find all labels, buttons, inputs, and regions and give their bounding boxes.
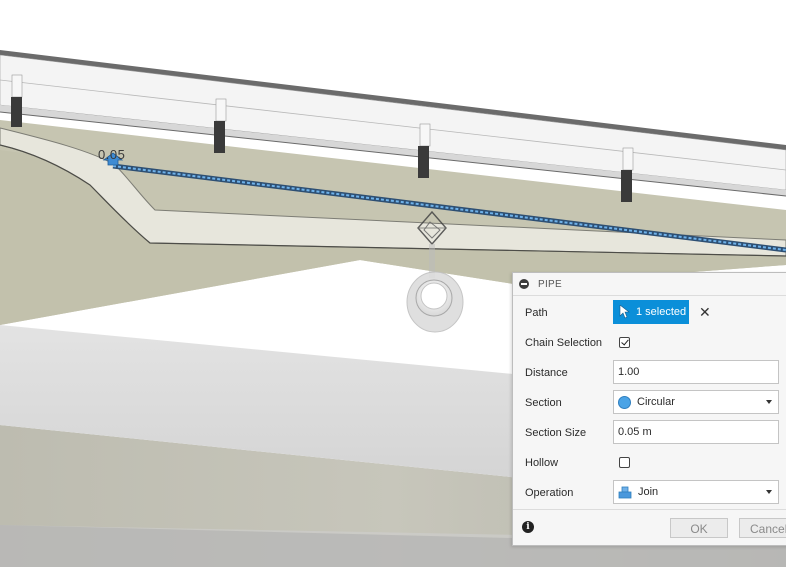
section-size-input[interactable]: 0.05 m <box>613 420 779 444</box>
circle-section-icon <box>618 395 631 409</box>
distance-input[interactable]: 1.00 <box>613 360 779 384</box>
join-icon <box>618 486 632 498</box>
section-size-label: Section Size <box>525 427 587 439</box>
path-row: Path 1 selected ✕ <box>513 298 786 328</box>
pipe-dialog: PIPE Path 1 selected ✕ Chain Selection D… <box>512 272 786 546</box>
chain-selection-label: Chain Selection <box>525 337 603 349</box>
section-row: Section Circular <box>513 388 786 418</box>
path-selection-text: 1 selected <box>636 306 687 318</box>
operation-row: Operation Join <box>513 478 786 508</box>
chain-selection-row: Chain Selection <box>513 328 786 358</box>
hollow-label: Hollow <box>525 457 559 469</box>
distance-row: Distance 1.00 <box>513 358 786 388</box>
pipe-profile-knob <box>406 271 464 333</box>
cancel-button[interactable]: Cancel <box>739 518 786 538</box>
dimension-label[interactable]: 0.05 <box>98 147 125 162</box>
section-dropdown[interactable]: Circular <box>613 390 779 414</box>
cursor-icon <box>619 305 630 319</box>
path-selection-button[interactable]: 1 selected <box>613 300 689 324</box>
operation-label: Operation <box>525 487 574 499</box>
section-label: Section <box>525 397 562 409</box>
dialog-footer: i OK Cancel <box>513 509 786 546</box>
distance-label: Distance <box>525 367 568 379</box>
chain-selection-checkbox[interactable] <box>619 337 630 348</box>
path-label: Path <box>525 307 548 319</box>
hollow-checkbox[interactable] <box>619 457 630 468</box>
hollow-row: Hollow <box>513 448 786 478</box>
info-icon[interactable]: i <box>522 521 534 533</box>
ok-button[interactable]: OK <box>670 518 728 538</box>
clear-selection-icon[interactable]: ✕ <box>699 304 711 320</box>
operation-dropdown[interactable]: Join <box>613 480 779 504</box>
chevron-down-icon <box>766 400 772 404</box>
section-value: Circular <box>637 396 675 408</box>
dialog-title: PIPE <box>538 278 562 290</box>
section-size-row: Section Size 0.05 m <box>513 418 786 448</box>
chevron-down-icon <box>766 490 772 494</box>
collapse-icon[interactable] <box>519 279 529 289</box>
operation-value: Join <box>638 486 659 498</box>
dialog-header: PIPE <box>513 273 786 296</box>
